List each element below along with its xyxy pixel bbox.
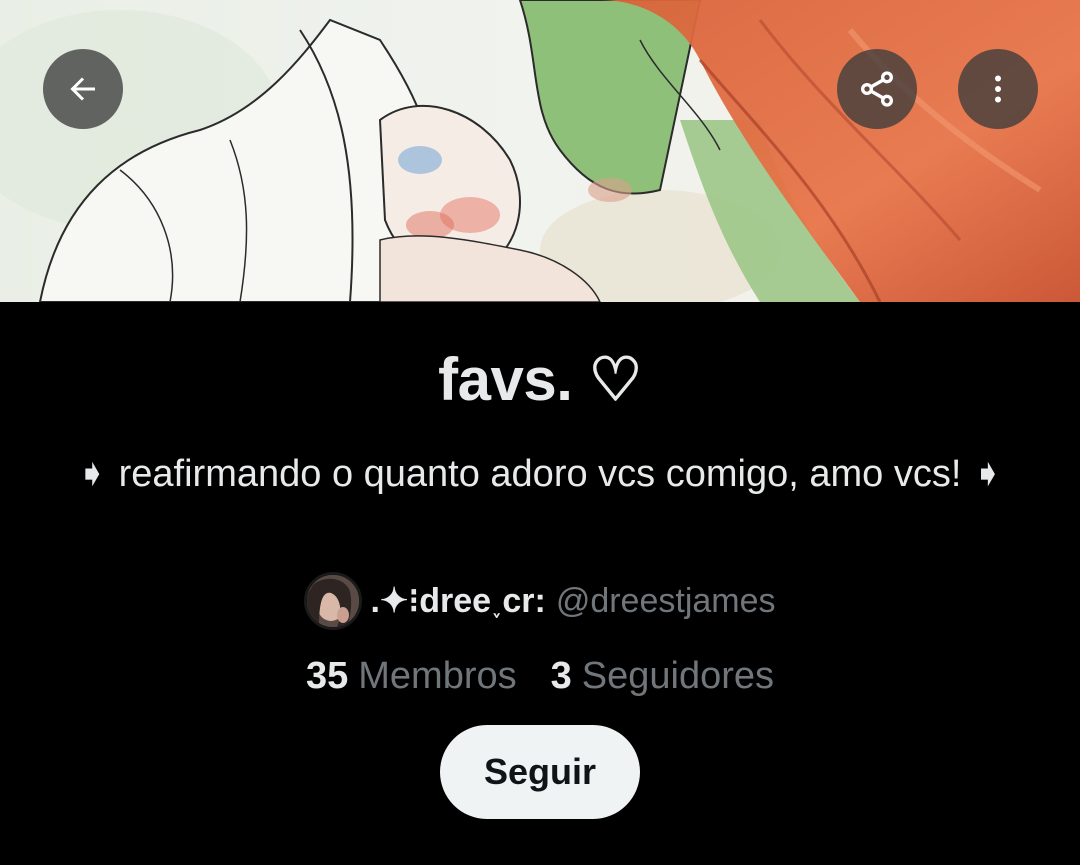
followers-label: Seguidores — [581, 655, 775, 697]
list-page: favs. ♡ ➧ reafirmando o quanto adoro vcs… — [0, 0, 1080, 865]
back-button[interactable] — [43, 49, 123, 129]
list-title: favs. ♡ — [438, 346, 642, 413]
followers-stat[interactable]: 3 Seguidores — [551, 655, 774, 698]
share-icon — [857, 69, 897, 109]
followers-count: 3 — [550, 655, 572, 697]
members-stat[interactable]: 35 Membros — [306, 655, 517, 698]
more-options-button[interactable] — [958, 49, 1038, 129]
owner-handle[interactable]: @dreestjames — [556, 582, 776, 621]
members-label: Membros — [358, 655, 517, 697]
share-button[interactable] — [837, 49, 917, 129]
list-description: ➧ reafirmando o quanto adoro vcs comigo,… — [76, 453, 1004, 495]
list-banner-image — [0, 0, 1080, 302]
banner-illustration — [0, 0, 1080, 302]
avatar[interactable] — [304, 572, 363, 630]
more-vertical-icon — [980, 71, 1016, 107]
arrow-left-icon — [65, 71, 101, 107]
members-count: 35 — [305, 655, 349, 697]
owner-display-name[interactable]: .✦⁝dree˯cr: — [370, 581, 545, 621]
follow-button[interactable]: Seguir — [440, 725, 640, 819]
list-stats: 35 Membros 3 Seguidores — [0, 655, 1080, 698]
list-owner[interactable]: .✦⁝dree˯cr: @dreestjames — [0, 570, 1080, 632]
